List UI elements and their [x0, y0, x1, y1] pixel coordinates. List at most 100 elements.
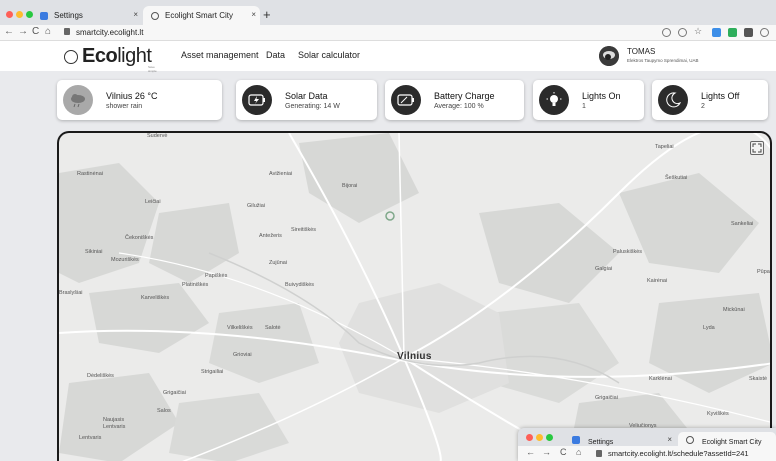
map-label: Mickūnai	[723, 307, 745, 313]
ecolight-logo[interactable]: Ecolight Save simple	[64, 45, 157, 73]
map-label: Rastinėnai	[77, 171, 103, 177]
lights-off-count: 2	[701, 102, 705, 110]
map-label: Bijorai	[342, 183, 358, 189]
cloud-rain-icon	[63, 85, 93, 115]
gear-icon	[40, 12, 48, 20]
user-company: Elektros Taupymo Sprendimai, UAB	[627, 58, 699, 63]
nav-asset-management[interactable]: Asset management	[181, 50, 259, 60]
map-label: Leičiai	[145, 199, 161, 205]
lock-icon	[64, 28, 70, 35]
translate-icon[interactable]	[662, 28, 671, 37]
tab-title: Ecolight Smart City	[165, 11, 234, 20]
map-label: Karklėnai	[649, 376, 672, 382]
reload-icon[interactable]: C	[32, 26, 39, 37]
back-icon[interactable]: ←	[526, 447, 535, 457]
tab-ecolight[interactable]: Ecolight Smart City	[678, 432, 776, 446]
forward-icon[interactable]: →	[542, 447, 551, 457]
lock-icon	[596, 450, 602, 457]
extension-icon[interactable]	[678, 28, 687, 37]
map-label: Naujasis Lentvaris	[103, 417, 126, 430]
window-minimize-button[interactable]	[16, 11, 23, 18]
map-label: Braslyšiai	[59, 290, 83, 296]
window-close-button[interactable]	[6, 11, 13, 18]
solar-title: Solar Data	[285, 90, 328, 101]
tab-close-icon[interactable]: ×	[667, 435, 672, 444]
profile-icon[interactable]	[760, 28, 769, 37]
map-label: Platiniškės	[182, 282, 209, 288]
map[interactable]: Sudervė Rastinėnai Avižieniai Bijorai Le…	[57, 131, 772, 461]
fullscreen-button[interactable]	[750, 141, 764, 155]
map-label: Avižieniai	[269, 171, 293, 177]
avatar-image	[599, 46, 619, 66]
app-header: Ecolight Save simple Asset management Da…	[0, 41, 776, 73]
battery-charging-icon	[242, 85, 272, 115]
star-icon[interactable]: ☆	[694, 26, 703, 36]
battery-subtitle: Average: 100 %	[434, 102, 484, 110]
home-icon[interactable]: ⌂	[576, 447, 581, 457]
ecolight-icon	[151, 12, 159, 20]
map-label: Lyda	[703, 325, 715, 331]
map-label: Zujūnai	[269, 260, 288, 266]
nav-solar-calculator[interactable]: Solar calculator	[298, 50, 360, 60]
map-label: Sireitiškės	[291, 227, 317, 233]
new-tab-button[interactable]: +	[263, 7, 271, 22]
tab-close-icon[interactable]: ×	[133, 10, 138, 19]
map-label: Dėdeliškės	[87, 373, 114, 379]
map-label: Kyviškės	[707, 411, 729, 417]
window-minimize-button[interactable]	[536, 434, 543, 441]
tab-title: Settings	[54, 11, 83, 20]
map-label: Strigailiai	[201, 369, 224, 375]
logo-text: Ecolight	[82, 45, 152, 67]
url-field[interactable]: smartcity.ecolight.lt	[76, 28, 143, 37]
puzzle-icon[interactable]	[744, 28, 753, 37]
window-maximize-button[interactable]	[546, 434, 553, 441]
forward-icon[interactable]: →	[18, 26, 28, 37]
gear-icon	[572, 436, 580, 444]
back-icon[interactable]: ←	[4, 26, 14, 37]
map-label: Gilužiai	[247, 203, 266, 209]
tab-settings[interactable]: Settings ×	[32, 6, 142, 25]
browser-address-bar: ← → C ⌂ smartcity.ecolight.lt ☆	[0, 25, 776, 41]
solar-subtitle: Generating: 14 W	[285, 102, 340, 110]
map-label: Papiškės	[205, 273, 228, 279]
extension-icon[interactable]	[712, 28, 721, 37]
tab-title: Ecolight Smart City	[701, 439, 762, 446]
map-label: Buivydiškės	[285, 282, 315, 288]
tab-title: Settings	[587, 439, 614, 446]
moon-icon	[658, 85, 688, 115]
map-label: Pūpa	[757, 269, 770, 275]
tab-ecolight[interactable]: Ecolight Smart City ×	[143, 6, 260, 25]
map-label: Salos	[157, 408, 171, 414]
home-icon[interactable]: ⌂	[45, 26, 51, 37]
weather-subtitle: shower rain	[106, 102, 143, 110]
lights-on-title: Lights On	[582, 90, 621, 101]
sun-icon	[64, 49, 78, 64]
map-label: Galgiai	[595, 266, 613, 272]
map-label: Skaistė	[749, 376, 768, 382]
battery-title: Battery Charge	[434, 90, 495, 101]
map-label: Grigaičiai	[163, 390, 186, 396]
user-name: TOMAS	[627, 47, 656, 56]
card-lights-off[interactable]: Lights Off 2	[652, 80, 768, 120]
tab-settings[interactable]: Settings ×	[564, 432, 676, 446]
card-weather[interactable]: Vilnius 26 °C shower rain	[57, 80, 222, 120]
nav-data[interactable]: Data	[266, 50, 285, 60]
battery-icon	[391, 85, 421, 115]
sheets-icon[interactable]	[728, 28, 737, 37]
map-label: Sudervė	[147, 133, 168, 139]
browser-tab-bar: Settings × Ecolight Smart City × +	[0, 0, 776, 25]
map-label: Kairėnai	[647, 278, 668, 284]
card-lights-on[interactable]: Lights On 1	[533, 80, 644, 120]
map-label: Sankeliai	[731, 221, 754, 227]
card-battery-charge[interactable]: Battery Charge Average: 100 %	[385, 80, 524, 120]
reload-icon[interactable]: C	[560, 447, 567, 457]
map-label: Salotė	[265, 325, 281, 331]
avatar[interactable]	[599, 46, 619, 66]
url-field[interactable]: smartcity.ecolight.lt/schedule?assetId=2…	[608, 449, 749, 458]
card-solar-data[interactable]: Solar Data Generating: 14 W	[236, 80, 377, 120]
tab-close-icon[interactable]: ×	[251, 10, 256, 19]
window-close-button[interactable]	[526, 434, 533, 441]
city-label: Vilnius	[397, 351, 432, 362]
map-label: Vilkeliškės	[227, 325, 253, 331]
weather-title: Vilnius 26 °C	[106, 90, 158, 101]
